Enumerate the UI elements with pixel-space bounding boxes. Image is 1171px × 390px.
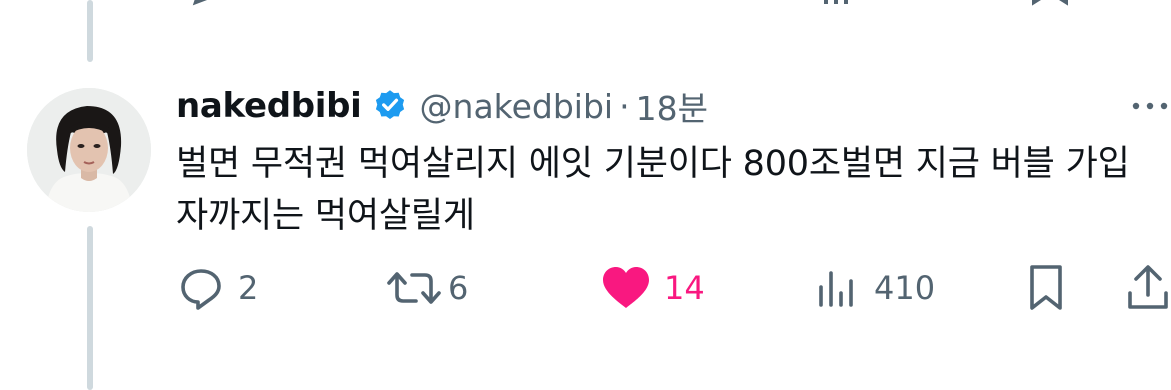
share-icon[interactable] bbox=[1128, 0, 1168, 6]
view-count: 410 bbox=[874, 269, 936, 307]
reply-button[interactable]: 2 bbox=[178, 262, 258, 314]
views-button[interactable]: 410 bbox=[816, 262, 935, 314]
bookmark-icon bbox=[1030, 265, 1062, 310]
like-count: 14 bbox=[664, 269, 705, 307]
retweet-count: 6 bbox=[448, 269, 469, 307]
heart-icon[interactable] bbox=[606, 0, 646, 6]
like-button[interactable]: 14 bbox=[600, 262, 705, 314]
share-icon bbox=[1128, 265, 1168, 309]
bookmark-icon[interactable] bbox=[1030, 0, 1070, 6]
avatar[interactable] bbox=[27, 88, 151, 212]
views-icon bbox=[819, 271, 853, 307]
tweet-text: 벌면 무적권 먹여살리지 에잇 기분이다 800조벌면 지금 버블 가입자까지는… bbox=[176, 144, 1130, 236]
more-icon[interactable] bbox=[1130, 94, 1170, 118]
avatar-image bbox=[27, 88, 151, 212]
tweet-timestamp[interactable]: 18분 bbox=[636, 82, 708, 130]
display-name[interactable]: nakedbibi bbox=[176, 86, 362, 126]
previous-tweet-actions bbox=[0, 0, 1171, 6]
tweet-header: nakedbibi @nakedbibi · 18분 bbox=[176, 82, 708, 130]
retweet-icon[interactable] bbox=[388, 0, 438, 6]
bookmark-button[interactable] bbox=[1026, 262, 1066, 314]
retweet-button[interactable]: 6 bbox=[386, 262, 468, 314]
reply-count: 2 bbox=[238, 269, 259, 307]
share-button[interactable] bbox=[1125, 262, 1171, 314]
verified-badge-icon[interactable] bbox=[372, 88, 408, 124]
retweet-icon bbox=[387, 272, 441, 304]
reply-icon[interactable] bbox=[182, 0, 222, 6]
tweet-actions: 2 6 14 410 bbox=[0, 262, 1171, 314]
views-icon[interactable] bbox=[818, 0, 858, 6]
thread-line-top bbox=[87, 0, 93, 62]
reply-icon bbox=[181, 269, 221, 310]
user-handle[interactable]: @nakedbibi bbox=[420, 87, 614, 126]
separator-dot: · bbox=[619, 86, 630, 126]
heart-icon bbox=[603, 267, 649, 308]
